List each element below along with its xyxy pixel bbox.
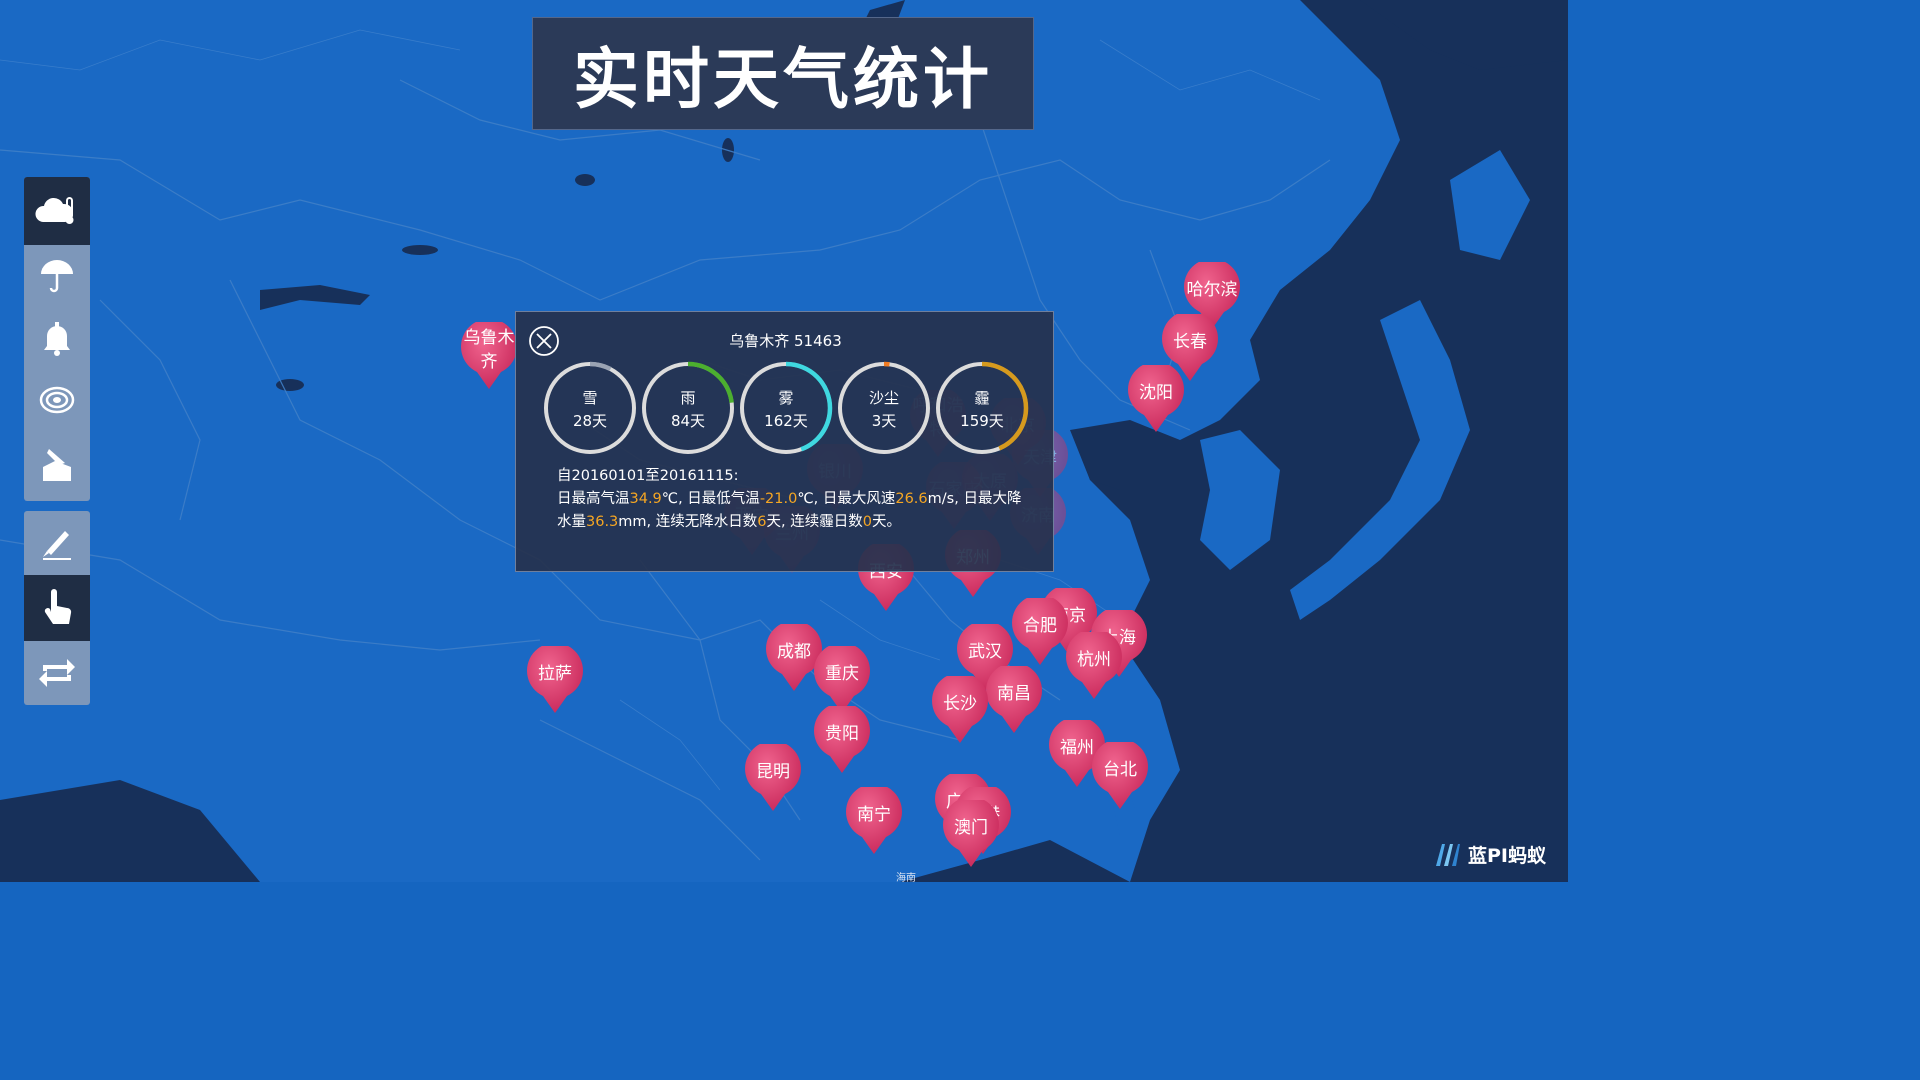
- city-pin-label: 台北: [1103, 760, 1137, 780]
- label-precip-cont: 水量: [557, 514, 586, 530]
- ring-value: 3天: [871, 412, 897, 430]
- city-pin-label: 长沙: [943, 694, 977, 714]
- contour-icon: [39, 386, 75, 414]
- weather-rings: 雪 28天 雨 84天 雾 162天 沙尘 3天 霾 159天: [542, 360, 1032, 456]
- ring-name: 霾: [974, 389, 990, 407]
- umbrella-icon: [41, 260, 73, 293]
- value-max-precip: 36.3: [586, 514, 619, 530]
- city-pin[interactable]: 台北: [1091, 742, 1149, 810]
- stats-line-2: 日最高气温34.9℃, 日最低气温-21.0℃, 日最大风速26.6m/s, 日…: [557, 488, 1027, 511]
- city-pin-label: 杭州: [1077, 650, 1111, 670]
- city-pin-label: 长春: [1173, 332, 1207, 352]
- ring-gauge: 雪 28天: [542, 360, 638, 456]
- weather-popup: 乌鲁木齐 51463 雪 28天 雨 84天 雾 162天 沙尘 3天 霾 159天 自20160…: [515, 311, 1054, 572]
- city-pin-label: 南昌: [997, 684, 1031, 704]
- weather-icon: [35, 197, 74, 224]
- ring-gauge: 沙尘 3天: [836, 360, 932, 456]
- refresh-button[interactable]: [24, 641, 90, 705]
- city-pin[interactable]: 昆明: [744, 744, 802, 812]
- stats-text: 自20160101至20161115: 日最高气温34.9℃, 日最低气温-21…: [557, 465, 1027, 534]
- city-pin[interactable]: 拉萨: [526, 646, 584, 714]
- ring-gauge: 雾 162天: [738, 360, 834, 456]
- city-pin-label: 昆明: [756, 762, 790, 782]
- city-pin[interactable]: 南昌: [985, 666, 1043, 734]
- ring-label: 沙尘 3天: [836, 387, 932, 433]
- city-pin[interactable]: 重庆: [813, 646, 871, 714]
- ring-name: 雪: [582, 389, 598, 407]
- label-min-temp: ℃, 日最低气温: [661, 491, 760, 507]
- city-pin[interactable]: 合肥: [1011, 598, 1069, 666]
- ring-value: 159天: [960, 412, 1004, 430]
- precipitation-button[interactable]: [24, 245, 90, 307]
- value-dry-days: 6: [757, 514, 767, 530]
- ring-value: 84天: [670, 412, 706, 430]
- city-pin-label: 重庆: [825, 664, 859, 684]
- value-max-wind: 26.6: [895, 491, 928, 507]
- city-pin[interactable]: 贵阳: [813, 706, 871, 774]
- ring-gauge: 雨 84天: [640, 360, 736, 456]
- value-min-temp: -21.0: [759, 491, 798, 507]
- city-pin-label-line: 齐: [480, 352, 498, 372]
- page-title: 实时天气统计: [532, 17, 1034, 130]
- ring-gauge: 霾 159天: [934, 360, 1030, 456]
- popup-title: 乌鲁木齐 51463: [729, 332, 842, 350]
- layers-button[interactable]: [24, 431, 90, 499]
- ant-logo-icon: [1436, 844, 1460, 866]
- map-region-label: 海南: [896, 873, 916, 884]
- city-pin-label: 拉萨: [538, 664, 572, 684]
- alert-button[interactable]: [24, 307, 90, 369]
- value-haze-days: 0: [862, 514, 872, 530]
- city-pin[interactable]: 乌鲁木齐: [460, 322, 518, 390]
- city-pin-label: 合肥: [1023, 616, 1057, 636]
- label-dry-days: mm, 连续无降水日数: [618, 514, 758, 530]
- label-max-temp: 日最高气温: [557, 491, 630, 507]
- city-pin-label: 贵阳: [825, 724, 859, 744]
- city-pin-label: 澳门: [954, 818, 988, 838]
- label-max-precip: m/s, 日最大降: [927, 491, 1022, 507]
- brand-logo: 蓝PI蚂蚁: [1432, 840, 1546, 868]
- ring-label: 雨 84天: [640, 387, 736, 433]
- city-pin-label-line: 乌鲁木: [463, 328, 515, 348]
- city-pin[interactable]: 南宁: [845, 787, 903, 855]
- label-haze-days: 天, 连续霾日数: [766, 514, 863, 530]
- toolbar-layers: [24, 177, 90, 501]
- ring-name: 沙尘: [868, 389, 899, 407]
- contour-button[interactable]: [24, 369, 90, 431]
- city-pin[interactable]: 杭州: [1065, 632, 1123, 700]
- draw-button[interactable]: [24, 511, 90, 575]
- ring-label: 雪 28天: [542, 387, 638, 433]
- bell-icon: [44, 322, 70, 356]
- pointer-hand-icon: [44, 589, 72, 624]
- ring-value: 28天: [572, 412, 608, 430]
- brand-name: 蓝PI蚂蚁: [1468, 844, 1546, 867]
- brush-icon: [43, 531, 71, 560]
- select-button[interactable]: [24, 575, 90, 641]
- city-pin[interactable]: 长沙: [931, 676, 989, 744]
- ring-name: 雨: [680, 389, 696, 407]
- stats-line-3: 水量36.3mm, 连续无降水日数6天, 连续霾日数0天。: [557, 511, 1027, 534]
- ring-label: 霾 159天: [934, 387, 1030, 433]
- city-pin[interactable]: 沈阳: [1127, 365, 1185, 433]
- toolbar-tools: [24, 511, 90, 705]
- label-max-wind: ℃, 日最大风速: [797, 491, 896, 507]
- layers-icon: [43, 449, 71, 481]
- ring-label: 雾 162天: [738, 387, 834, 433]
- city-pin-label: 沈阳: [1139, 383, 1173, 403]
- value-max-temp: 34.9: [629, 491, 662, 507]
- label-end: 天。: [871, 514, 901, 530]
- city-pin[interactable]: 澳门: [942, 800, 1000, 868]
- city-pin-label: 哈尔滨: [1186, 280, 1238, 300]
- stats-period: 自20160101至20161115:: [557, 468, 739, 484]
- ring-name: 雾: [778, 389, 794, 407]
- weather-button[interactable]: [24, 177, 90, 245]
- city-pin-label: 乌鲁木齐: [460, 322, 518, 378]
- city-pin-label: 南宁: [857, 805, 891, 825]
- ring-value: 162天: [764, 412, 808, 430]
- refresh-icon: [39, 659, 75, 687]
